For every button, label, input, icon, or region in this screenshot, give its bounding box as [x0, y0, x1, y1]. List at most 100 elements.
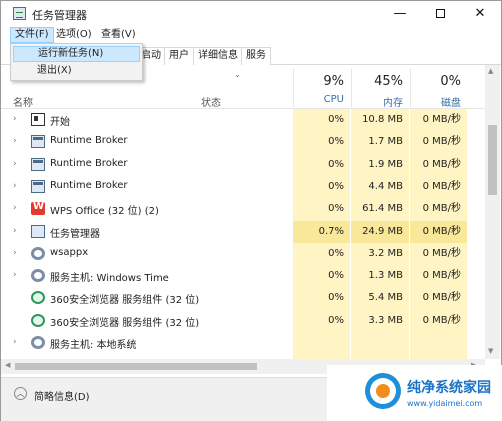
- process-memory: 3.2 MB: [368, 247, 403, 259]
- process-disk: 0 MB/秒: [422, 180, 461, 192]
- process-cpu: 0%: [328, 158, 344, 170]
- process-memory: 1.7 MB: [368, 136, 403, 148]
- process-memory: 61.4 MB: [362, 203, 403, 215]
- process-row[interactable]: 360安全浏览器 服务组件 (32 位) 0% 3.3 MB 0 MB/秒: [1, 310, 467, 332]
- process-row[interactable]: › WPS Office (32 位) (2) 0% 61.4 MB 0 MB/秒: [1, 198, 467, 220]
- process-name: Runtime Broker: [50, 135, 128, 147]
- column-disk-header[interactable]: 磁盘: [410, 94, 461, 109]
- process-memory: 1.3 MB: [368, 270, 403, 282]
- expand-chevron-icon[interactable]: ›: [13, 337, 17, 347]
- task-manager-app-icon: [13, 7, 26, 20]
- process-cpu: 0%: [328, 314, 344, 326]
- process-row[interactable]: › 服务主机: Windows Time 0% 1.3 MB 0 MB/秒: [1, 265, 467, 287]
- tab-users[interactable]: 用户: [164, 47, 194, 65]
- process-name: Runtime Broker: [50, 179, 128, 191]
- broker-icon: [31, 157, 45, 171]
- maximize-button[interactable]: [420, 3, 460, 25]
- column-memory-header[interactable]: 内存: [351, 94, 403, 109]
- run-new-task-item[interactable]: 运行新任务(N): [13, 46, 140, 62]
- broker-icon: [31, 179, 45, 193]
- process-disk: 0 MB/秒: [410, 220, 467, 243]
- vertical-scrollbar[interactable]: ▲ ▼: [485, 65, 500, 359]
- process-name: 开始: [50, 117, 70, 128]
- title-bar[interactable]: 任务管理器 — ✕: [1, 1, 501, 27]
- scroll-left-icon[interactable]: ◀: [5, 361, 10, 369]
- process-disk: 0 MB/秒: [422, 203, 461, 215]
- process-cpu: 0%: [328, 136, 344, 148]
- expand-chevron-icon[interactable]: ›: [13, 248, 17, 258]
- tab-details[interactable]: 详细信息: [193, 47, 243, 65]
- scroll-up-icon[interactable]: ▲: [488, 67, 493, 75]
- expand-chevron-icon[interactable]: ›: [13, 203, 17, 213]
- scroll-down-icon[interactable]: ▼: [488, 347, 493, 355]
- expand-chevron-icon[interactable]: ›: [13, 114, 17, 124]
- close-button[interactable]: ✕: [460, 3, 500, 25]
- process-cpu: 0%: [328, 247, 344, 259]
- memory-total-percent[interactable]: 45%: [351, 74, 403, 89]
- gear-icon: [31, 269, 45, 283]
- cpu-total-percent[interactable]: 9%: [293, 74, 344, 89]
- process-cpu: 0.7%: [293, 220, 350, 243]
- process-memory: 3.3 MB: [368, 314, 403, 326]
- exit-item[interactable]: 退出(X): [13, 63, 140, 79]
- window-icon: [31, 113, 45, 126]
- process-name: WPS Office (32 位) (2): [50, 206, 159, 218]
- column-cpu-header[interactable]: CPU: [293, 94, 344, 105]
- process-row[interactable]: › 开始 0% 10.8 MB 0 MB/秒: [1, 109, 467, 131]
- process-row[interactable]: › Runtime Broker 0% 4.4 MB 0 MB/秒: [1, 176, 467, 198]
- horizontal-scroll-thumb[interactable]: [15, 363, 257, 370]
- process-memory: 1.9 MB: [368, 158, 403, 170]
- wps-icon: [31, 201, 45, 216]
- process-disk: [410, 332, 467, 354]
- process-cpu: 0%: [328, 114, 344, 125]
- tab-services[interactable]: 服务: [241, 47, 271, 65]
- process-cpu: 0%: [328, 203, 344, 215]
- process-cpu: 0%: [328, 180, 344, 192]
- minimize-button[interactable]: —: [380, 3, 420, 25]
- process-cpu: 0%: [328, 270, 344, 282]
- process-row[interactable]: › 任务管理器 0.7% 24.9 MB 0 MB/秒: [1, 220, 467, 243]
- process-row[interactable]: › Runtime Broker 0% 1.7 MB 0 MB/秒: [1, 131, 467, 153]
- process-name: 360安全浏览器 服务组件 (32 位): [50, 295, 200, 307]
- menu-options[interactable]: 选项(O): [52, 27, 96, 43]
- column-status-header[interactable]: 状态: [201, 94, 221, 109]
- taskmgr-icon: [31, 224, 45, 238]
- process-name: 360安全浏览器 服务组件 (32 位): [50, 317, 200, 329]
- menu-file[interactable]: 文件(F): [10, 27, 54, 43]
- sort-chevron-icon[interactable]: ⌄: [234, 70, 241, 79]
- watermark-title: 纯净系统家园: [407, 380, 491, 396]
- expand-chevron-icon[interactable]: ›: [13, 136, 17, 146]
- process-row[interactable]: › 服务主机: 本地系统: [1, 332, 467, 354]
- menu-bar: 文件(F) 选项(O) 查看(V): [1, 27, 501, 44]
- menu-view[interactable]: 查看(V): [97, 27, 140, 43]
- watermark-url: www.yidaimei.com: [407, 399, 483, 408]
- process-row[interactable]: › wsappx 0% 3.2 MB 0 MB/秒: [1, 243, 467, 265]
- maximize-icon: [435, 9, 445, 18]
- column-name-header[interactable]: 名称: [13, 94, 33, 109]
- process-memory: 5.4 MB: [368, 292, 403, 304]
- process-memory: 4.4 MB: [368, 180, 403, 192]
- process-memory: 10.8 MB: [362, 114, 403, 125]
- expand-chevron-icon[interactable]: ›: [13, 226, 17, 236]
- collapse-up-icon[interactable]: ︿: [14, 387, 27, 400]
- process-disk: 0 MB/秒: [422, 114, 461, 125]
- 360-icon: [31, 291, 45, 305]
- disk-total-percent[interactable]: 0%: [410, 74, 461, 89]
- file-menu-dropdown: 运行新任务(N) 退出(X): [10, 43, 143, 81]
- expand-chevron-icon[interactable]: ›: [13, 181, 17, 191]
- gear-icon: [31, 246, 45, 260]
- process-name: 任务管理器: [50, 228, 100, 240]
- expand-chevron-icon[interactable]: ›: [13, 270, 17, 280]
- task-manager-window: 任务管理器 — ✕ 文件(F) 选项(O) 查看(V) 启动 用户 详细信息 服…: [0, 0, 502, 421]
- watermark-badge: 纯净系统家园 www.yidaimei.com: [327, 365, 502, 421]
- fewer-details-link[interactable]: 简略信息(D): [34, 388, 90, 403]
- vertical-scroll-thumb[interactable]: [488, 125, 497, 195]
- process-disk: 0 MB/秒: [422, 158, 461, 170]
- expand-chevron-icon[interactable]: ›: [13, 159, 17, 169]
- process-disk: 0 MB/秒: [422, 292, 461, 304]
- process-row[interactable]: 360安全浏览器 服务组件 (32 位) 0% 5.4 MB 0 MB/秒: [1, 287, 467, 309]
- process-memory: 24.9 MB: [351, 220, 409, 243]
- process-row[interactable]: › Runtime Broker 0% 1.9 MB 0 MB/秒: [1, 154, 467, 176]
- process-name: Runtime Broker: [50, 157, 128, 169]
- process-list: › 开始 0% 10.8 MB 0 MB/秒 › Runtime Broker 0% 1.7 M…: [1, 109, 467, 361]
